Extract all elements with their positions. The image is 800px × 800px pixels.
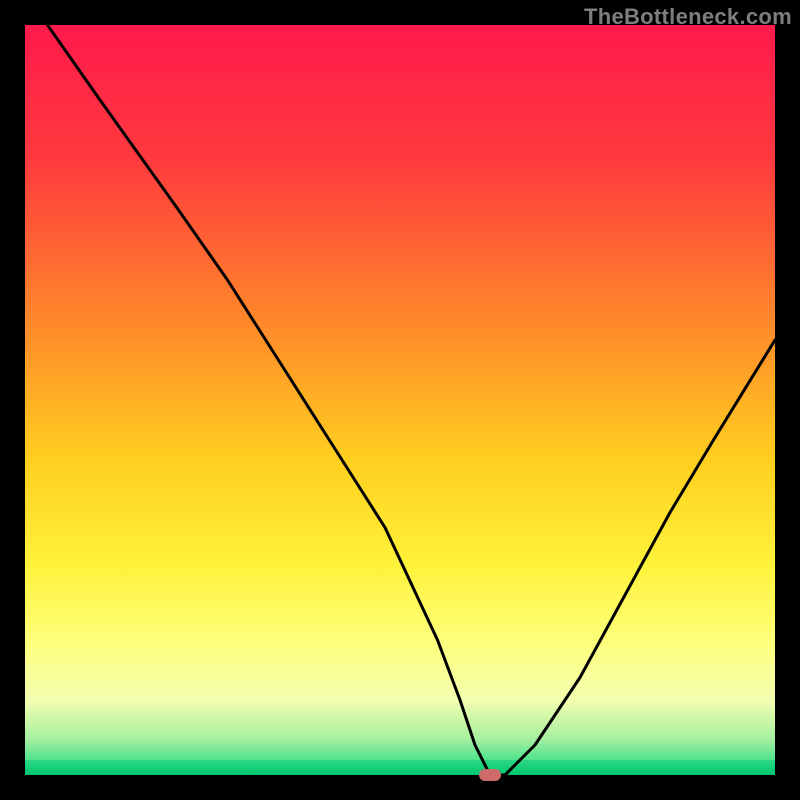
bottleneck-curve: [25, 25, 775, 775]
optimal-marker: [479, 769, 501, 781]
plot-area: [25, 25, 775, 775]
outer-frame: TheBottleneck.com: [0, 0, 800, 800]
